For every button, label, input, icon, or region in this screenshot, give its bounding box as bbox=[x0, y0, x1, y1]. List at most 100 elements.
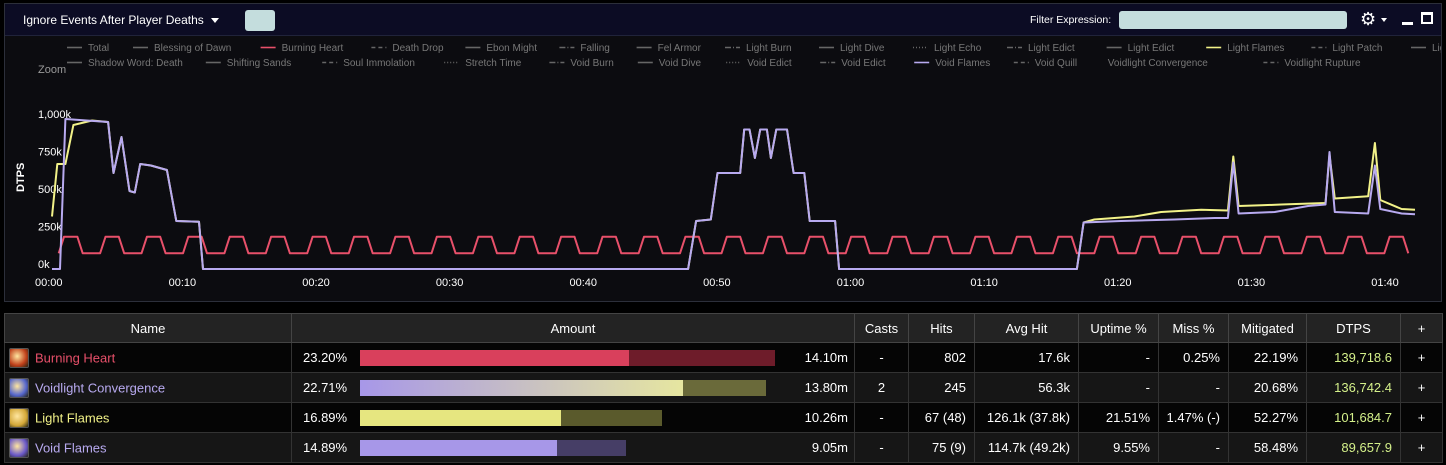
amount-value: 14.10m bbox=[804, 350, 848, 365]
legend-item-ebon-might[interactable]: Ebon Might bbox=[486, 43, 537, 54]
legend-item-stretch-time[interactable]: Stretch Time bbox=[465, 58, 522, 69]
gear-icon[interactable]: ⚙ bbox=[1360, 9, 1376, 29]
amount-bar-fill bbox=[360, 410, 561, 426]
avg-hit-cell: 56.3k bbox=[974, 372, 1079, 403]
ability-name-cell: Burning Heart bbox=[4, 342, 292, 373]
legend-item-light-patch[interactable]: Light Patch bbox=[1332, 43, 1382, 54]
miss-cell: 1.47% (-) bbox=[1158, 402, 1229, 433]
legend-item-void-flames[interactable]: Void Flames bbox=[935, 58, 990, 69]
mitigated-cell: 52.27% bbox=[1228, 402, 1307, 433]
dtps-chart: Total Blessing of Dawn Burning Heart Death … bbox=[15, 43, 1441, 289]
mitigated-cell: 22.19% bbox=[1228, 342, 1307, 373]
series-line-burning-heart[interactable] bbox=[57, 235, 1410, 255]
ability-name-link[interactable]: Voidlight Convergence bbox=[35, 380, 165, 395]
ability-name-cell: Light Flames bbox=[4, 402, 292, 433]
legend-item-void-edict[interactable]: Void Edict bbox=[841, 58, 886, 69]
y-tick-label: 750k bbox=[38, 147, 62, 159]
legend-item-void-edict[interactable]: Void Edict bbox=[747, 58, 792, 69]
ignore-events-toggle[interactable] bbox=[245, 10, 275, 31]
legend-item-death-drop[interactable]: Death Drop bbox=[392, 43, 444, 54]
column-header-hits[interactable]: Hits bbox=[908, 313, 975, 343]
ignore-events-label: Ignore Events After Player Deaths bbox=[23, 13, 204, 27]
legend-item-light-edict[interactable]: Light Edict bbox=[1128, 43, 1175, 54]
amount-bar-fill bbox=[360, 440, 557, 456]
legend-item-voidlight-convergence[interactable]: Voidlight Convergence bbox=[1108, 58, 1209, 69]
x-axis: 00:00 00:10 00:20 00:30 00:40 00:50 01:00 01:10… bbox=[35, 277, 1399, 289]
uptime-cell: 21.51% bbox=[1078, 402, 1159, 433]
ability-name-link[interactable]: Light Flames bbox=[35, 410, 109, 425]
legend-item-soul-immolation[interactable]: Soul Immolation bbox=[343, 58, 415, 69]
gear-chevron-down-icon[interactable] bbox=[1381, 18, 1387, 22]
legend-item-shadow-word-death[interactable]: Shadow Word: Death bbox=[88, 58, 183, 69]
expand-button[interactable]: + bbox=[1400, 432, 1443, 463]
table-row[interactable]: Burning Heart 23.20% 14.10m -802 17.6k -0.25%… bbox=[4, 342, 1443, 373]
minimize-icon[interactable] bbox=[1402, 22, 1413, 25]
ability-name-link[interactable]: Burning Heart bbox=[35, 350, 115, 365]
zoom-label[interactable]: Zoom bbox=[38, 64, 66, 76]
y-tick-label: 500k bbox=[38, 184, 62, 196]
table-row[interactable]: Voidlight Convergence 22.71% 13.80m 2 245 56.… bbox=[4, 372, 1443, 403]
column-header-add[interactable]: + bbox=[1400, 313, 1443, 343]
table-row[interactable]: Light Flames 16.89% 10.26m -67 (48) 126.1k (… bbox=[4, 402, 1443, 433]
legend-item-light-edict[interactable]: Light Edict bbox=[1028, 43, 1075, 54]
x-tick-label: 00:30 bbox=[436, 277, 464, 289]
amount-cell: 23.20% 14.10m bbox=[291, 342, 855, 373]
series-line-void-flames[interactable] bbox=[52, 118, 1416, 270]
legend-item-light-flames[interactable]: Light Flames bbox=[1227, 43, 1284, 54]
legend-item-light-quill[interactable]: Light Quill bbox=[1432, 43, 1441, 54]
filter-expression-input[interactable] bbox=[1119, 11, 1347, 29]
x-tick-label: 01:10 bbox=[970, 277, 998, 289]
x-tick-label: 00:20 bbox=[302, 277, 330, 289]
amount-bar-fill bbox=[360, 380, 683, 396]
void-flames-icon bbox=[9, 437, 29, 458]
ignore-events-dropdown[interactable]: Ignore Events After Player Deaths bbox=[23, 13, 219, 27]
column-header-casts[interactable]: Casts bbox=[854, 313, 909, 343]
column-header-mitigated[interactable]: Mitigated bbox=[1228, 313, 1307, 343]
ability-name-link[interactable]: Void Flames bbox=[35, 440, 107, 455]
hits-cell: 245 bbox=[908, 372, 975, 403]
dtps-cell: 89,657.9 bbox=[1306, 432, 1401, 463]
uptime-cell: 9.55% bbox=[1078, 432, 1159, 463]
dtps-cell: 136,742.4 bbox=[1306, 372, 1401, 403]
expand-button[interactable]: + bbox=[1400, 342, 1443, 373]
hits-cell: 75 (9) bbox=[908, 432, 975, 463]
x-tick-label: 00:40 bbox=[570, 277, 598, 289]
column-header-miss[interactable]: Miss % bbox=[1158, 313, 1229, 343]
expand-button[interactable]: + bbox=[1400, 402, 1443, 433]
legend-item-void-quill[interactable]: Void Quill bbox=[1035, 58, 1077, 69]
legend-item-fel-armor[interactable]: Fel Armor bbox=[658, 43, 702, 54]
mitigated-cell: 20.68% bbox=[1228, 372, 1307, 403]
amount-percent: 22.71% bbox=[303, 380, 348, 395]
column-header-name[interactable]: Name bbox=[4, 313, 292, 343]
chart-series bbox=[51, 118, 1416, 270]
legend-item-falling[interactable]: Falling bbox=[580, 43, 609, 54]
legend-item-light-dive[interactable]: Light Dive bbox=[840, 43, 885, 54]
hits-cell: 802 bbox=[908, 342, 975, 373]
legend-item-burning-heart[interactable]: Burning Heart bbox=[282, 43, 344, 54]
column-header-amount[interactable]: Amount bbox=[291, 313, 855, 343]
legend-item-light-burn[interactable]: Light Burn bbox=[746, 43, 792, 54]
chevron-down-icon bbox=[210, 18, 219, 24]
legend-item-shifting-sands[interactable]: Shifting Sands bbox=[227, 58, 291, 69]
legend-item-void-dive[interactable]: Void Dive bbox=[659, 58, 702, 69]
legend-item-voidlight-rupture[interactable]: Voidlight Rupture bbox=[1284, 58, 1361, 69]
table-row[interactable]: Void Flames 14.89% 9.05m -75 (9) 114.7k (49.… bbox=[4, 432, 1443, 463]
column-header-dtps[interactable]: DTPS bbox=[1306, 313, 1401, 343]
x-tick-label: 01:30 bbox=[1238, 277, 1266, 289]
hits-cell: 67 (48) bbox=[908, 402, 975, 433]
legend-item-light-echo[interactable]: Light Echo bbox=[934, 43, 982, 54]
expand-button[interactable]: + bbox=[1400, 372, 1443, 403]
uptime-cell: - bbox=[1078, 372, 1159, 403]
maximize-icon[interactable] bbox=[1421, 12, 1433, 24]
amount-value: 9.05m bbox=[811, 440, 848, 455]
series-line-light-flames[interactable] bbox=[51, 119, 1416, 270]
column-header-uptime[interactable]: Uptime % bbox=[1078, 313, 1159, 343]
column-header-avg-hit[interactable]: Avg Hit bbox=[974, 313, 1079, 343]
x-tick-label: 00:10 bbox=[169, 277, 197, 289]
avg-hit-cell: 126.1k (37.8k) bbox=[974, 402, 1079, 433]
dtps-cell: 101,684.7 bbox=[1306, 402, 1401, 433]
legend-item-void-burn[interactable]: Void Burn bbox=[570, 58, 613, 69]
casts-cell: - bbox=[854, 342, 909, 373]
legend-item-blessing-of-dawn[interactable]: Blessing of Dawn bbox=[154, 43, 231, 54]
legend-item-total[interactable]: Total bbox=[88, 43, 109, 54]
